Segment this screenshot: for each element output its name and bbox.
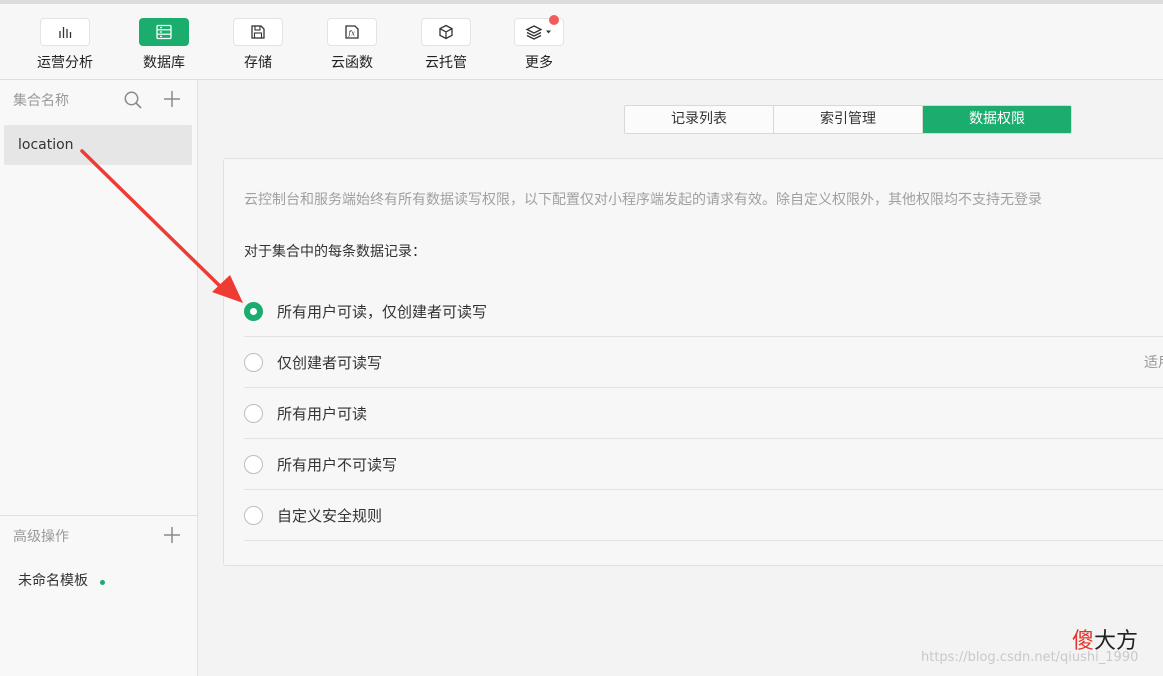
tool-label: 更多 <box>525 55 553 71</box>
tab-data-permission[interactable]: 数据权限 <box>923 106 1071 133</box>
collections-sidebar: 集合名称 location 高级操作 未命名模板 <box>0 80 198 676</box>
radio-unselected[interactable] <box>244 352 263 372</box>
database-icon <box>156 24 172 40</box>
tab-record-list[interactable]: 记录列表 <box>625 106 774 133</box>
template-item-label: 未命名模板 <box>18 573 88 589</box>
permission-option-public-read-creator-write[interactable]: 所有用户可读，仅创建者可读写 <box>244 286 1163 337</box>
permission-option-no-access[interactable]: 所有用户不可读写 <box>244 439 1163 490</box>
search-icon[interactable] <box>123 90 143 110</box>
tool-label: 数据库 <box>143 55 185 71</box>
radio-unselected[interactable] <box>244 505 263 525</box>
tool-label: 云托管 <box>425 55 467 71</box>
permission-option-public-read[interactable]: 所有用户可读 <box>244 388 1163 439</box>
collections-header: 集合名称 <box>0 80 197 120</box>
watermark-url: https://blog.csdn.net/qiushi_1990 <box>921 650 1139 665</box>
collection-tabs: 记录列表 索引管理 数据权限 <box>624 105 1072 134</box>
permission-panel: 云控制台和服务端始终有所有数据读写权限，以下配置仅对小程序端发起的请求有效。除自… <box>223 158 1163 566</box>
database-button-box <box>139 18 189 46</box>
option-label: 所有用户可读，仅创建者可读写 <box>277 302 488 321</box>
analytics-button-box <box>40 18 90 46</box>
option-label: 自定义安全规则 <box>277 506 383 525</box>
option-hint: 适用 <box>1144 355 1163 371</box>
radio-unselected[interactable] <box>244 403 263 423</box>
permission-option-creator-only[interactable]: 仅创建者可读写 适用 <box>244 337 1163 388</box>
radio-unselected[interactable] <box>244 454 263 474</box>
tool-storage[interactable]: 存储 <box>223 18 293 74</box>
radio-selected[interactable] <box>244 301 263 321</box>
permission-question: 对于集合中的每条数据记录： <box>244 244 426 260</box>
tool-more[interactable]: 更多 <box>504 15 574 74</box>
permission-description: 云控制台和服务端始终有所有数据读写权限，以下配置仅对小程序端发起的请求有效。除自… <box>244 192 1042 208</box>
add-collection-plus-icon[interactable] <box>163 90 181 108</box>
option-label: 所有用户可读 <box>277 404 368 423</box>
save-icon <box>251 25 265 39</box>
option-label: 仅创建者可读写 <box>277 353 383 372</box>
advanced-header: 高级操作 <box>0 516 197 556</box>
function-icon: fx <box>345 25 359 39</box>
main-toolbar: 运营分析 数据库 存储 fx 云函数 云托管 更多 <box>0 4 1163 80</box>
cloud-hosting-button-box <box>421 18 471 46</box>
tool-cloud-hosting[interactable]: 云托管 <box>411 18 481 74</box>
svg-text:fx: fx <box>348 30 356 38</box>
collection-item-location[interactable]: location <box>4 125 192 165</box>
tool-label: 运营分析 <box>37 55 93 71</box>
permission-option-custom-rules[interactable]: 自定义安全规则 <box>244 490 1163 541</box>
collections-title: 集合名称 <box>13 93 69 109</box>
tool-database[interactable]: 数据库 <box>129 18 199 74</box>
cube-icon <box>439 24 453 40</box>
tab-index-management[interactable]: 索引管理 <box>774 106 923 133</box>
tool-cloud-function[interactable]: fx 云函数 <box>317 18 387 74</box>
template-item[interactable]: 未命名模板 <box>18 570 105 590</box>
cloud-function-button-box: fx <box>327 18 377 46</box>
advanced-title: 高级操作 <box>13 529 69 545</box>
layers-icon <box>525 25 551 40</box>
more-button-box <box>514 15 564 46</box>
storage-button-box <box>233 18 283 46</box>
add-template-plus-icon[interactable] <box>163 526 181 544</box>
tool-analytics[interactable]: 运营分析 <box>30 18 100 74</box>
notification-dot <box>549 15 559 25</box>
tool-label: 存储 <box>244 55 272 71</box>
bar-chart-icon <box>59 27 72 38</box>
status-dot <box>100 579 105 585</box>
option-label: 所有用户不可读写 <box>277 455 398 474</box>
tool-label: 云函数 <box>331 55 373 71</box>
